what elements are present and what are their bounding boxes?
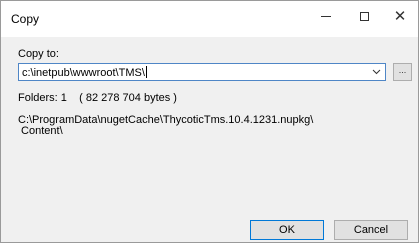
close-button[interactable]: ✕: [382, 1, 418, 31]
source-path-line-1: C:\ProgramData\nugetCache\ThycoticTms.10…: [18, 114, 314, 126]
close-icon: ✕: [393, 7, 407, 25]
chevron-down-icon: [372, 69, 381, 75]
destination-input-text[interactable]: c:\inetpub\wwwroot\TMS\: [22, 66, 147, 79]
destination-value: c:\inetpub\wwwroot\TMS\: [22, 67, 145, 79]
ok-button[interactable]: OK: [250, 220, 324, 240]
maximize-button[interactable]: [346, 1, 382, 31]
dropdown-toggle[interactable]: [368, 64, 385, 80]
window-title: Copy: [11, 12, 40, 26]
maximize-icon: [359, 11, 369, 21]
minimize-button[interactable]: [308, 1, 344, 31]
copy-dialog: Copy ✕ Copy to: c:\inetpub\wwwroot\TMS\ …: [0, 0, 419, 243]
source-path-line-2: Content\: [18, 125, 63, 137]
title-bar: Copy ✕: [1, 1, 418, 37]
text-caret: [145, 66, 147, 78]
browse-button[interactable]: ...: [393, 63, 412, 81]
source-path: C:\ProgramData\nugetCache\ThycoticTms.10…: [18, 115, 398, 137]
cancel-button[interactable]: Cancel: [334, 220, 408, 240]
folders-info: Folders: 1 ( 82 278 704 bytes ): [18, 92, 177, 104]
minimize-icon: [321, 15, 331, 17]
copy-to-label: Copy to:: [18, 48, 59, 60]
destination-combobox[interactable]: c:\inetpub\wwwroot\TMS\: [18, 63, 386, 81]
